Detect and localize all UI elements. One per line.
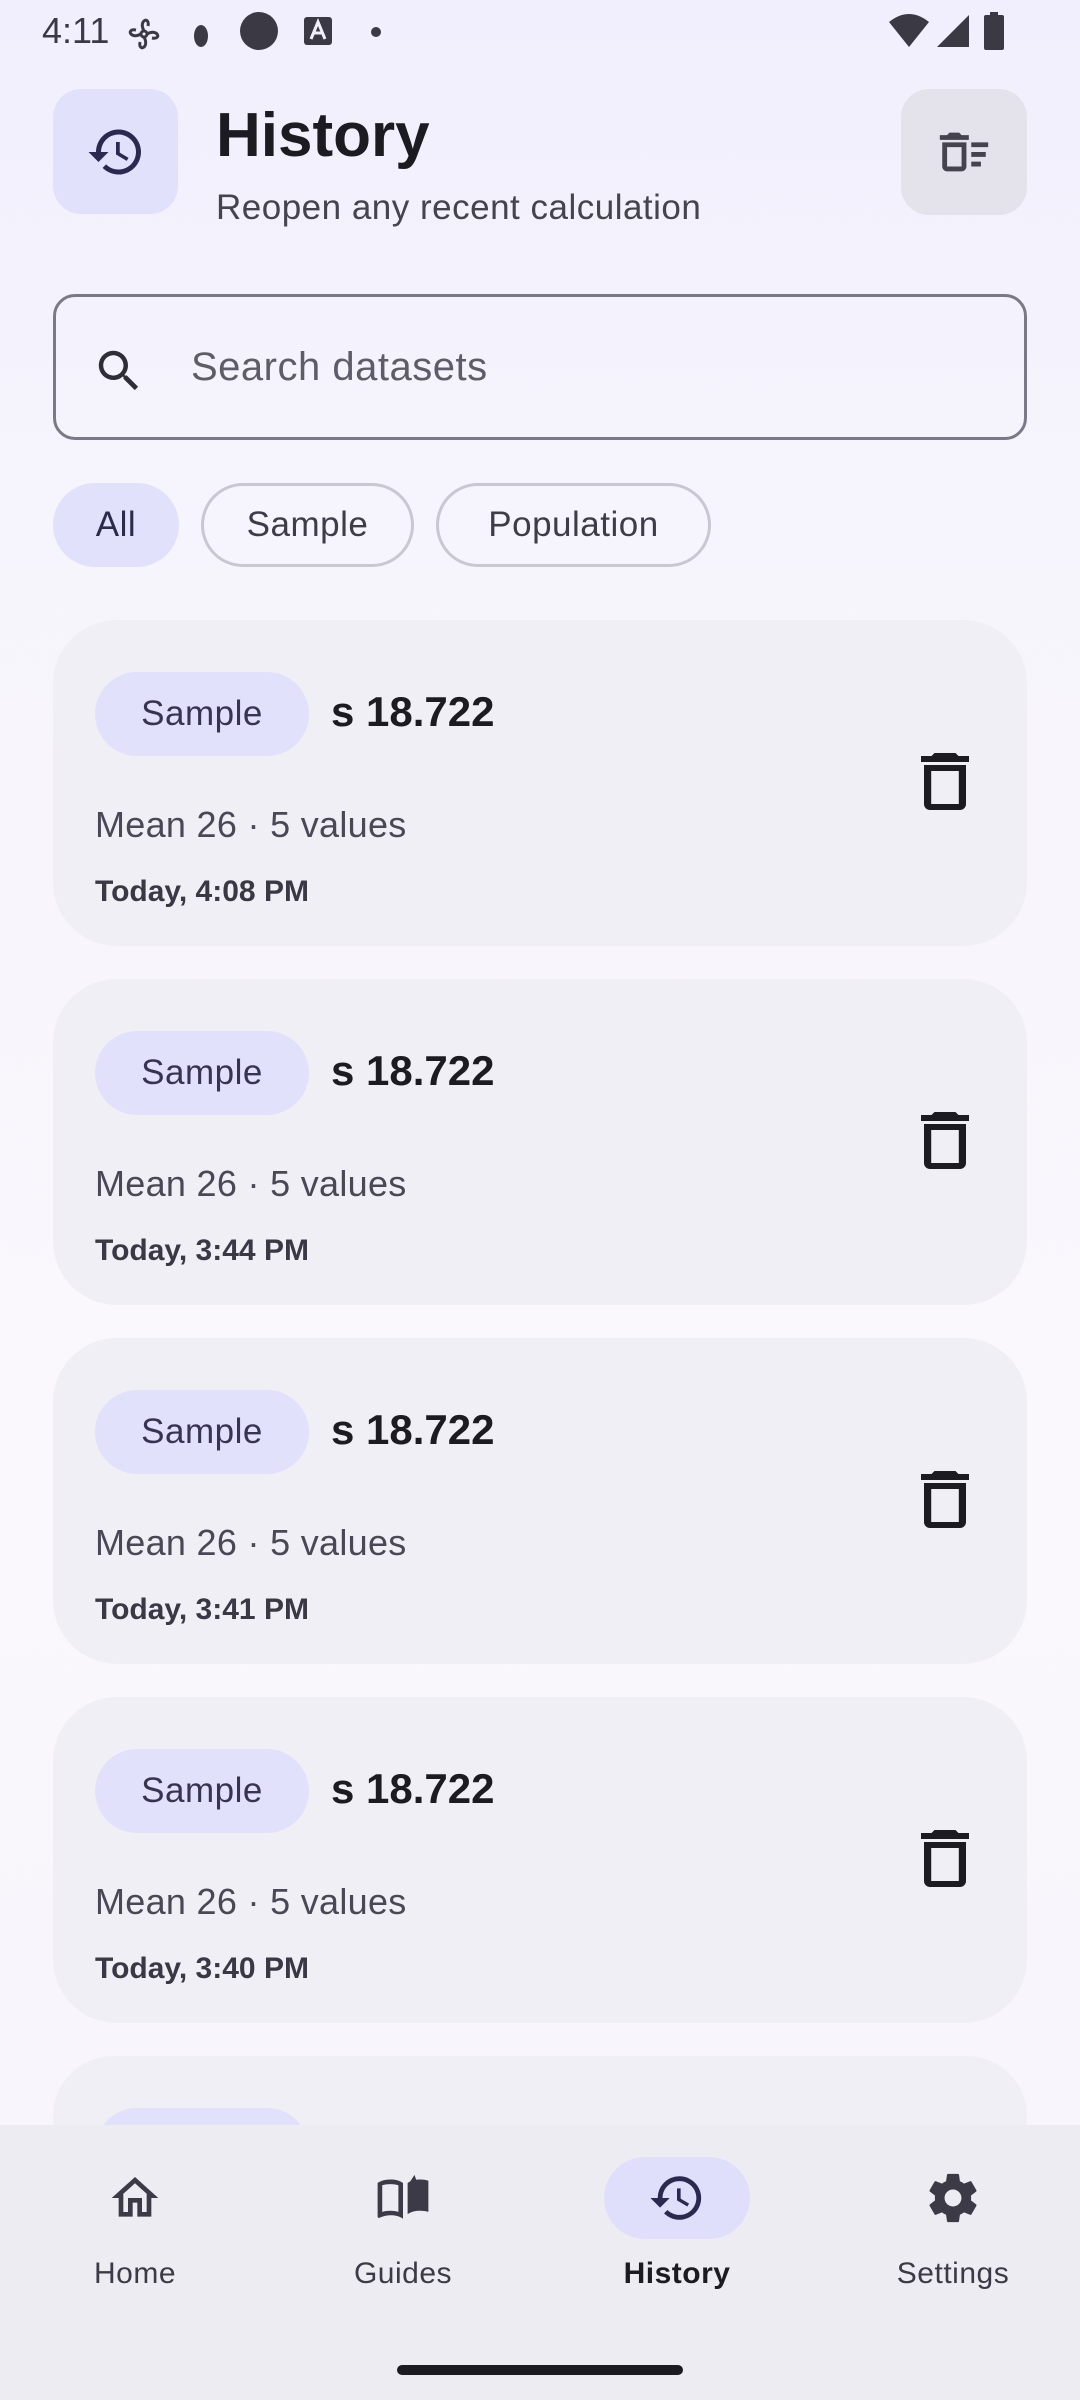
- result-timestamp: Today, 4:08 PM: [95, 875, 309, 908]
- nav-item-settings[interactable]: Settings: [816, 2125, 1080, 2325]
- result-timestamp: Today, 3:41 PM: [95, 1593, 309, 1626]
- result-meta: Mean 26 · 5 values: [95, 1881, 407, 1922]
- status-time: 4:11: [42, 10, 110, 51]
- nav-label: Guides: [353, 2257, 453, 2290]
- delete-button[interactable]: [905, 1099, 985, 1179]
- result-meta: Mean 26 · 5 values: [95, 1522, 407, 1563]
- result-value: s 18.722: [331, 1047, 495, 1094]
- filter-chip-label: Population: [488, 505, 659, 544]
- battery-icon: [984, 12, 1004, 50]
- history-icon: [650, 2176, 702, 2220]
- trash-icon: [921, 1471, 969, 1528]
- nav-item-guides[interactable]: Guides: [270, 2125, 536, 2325]
- wifi-icon: [889, 14, 929, 47]
- clear-history-button[interactable]: [901, 89, 1027, 215]
- fan-icon: [128, 18, 160, 50]
- drop-icon: [194, 25, 208, 47]
- nav-label: History: [623, 2257, 731, 2290]
- status-bar: 4:11: [0, 0, 1080, 62]
- nav-pill: [62, 2157, 208, 2239]
- circle-icon: [240, 12, 278, 50]
- trash-icon: [921, 753, 969, 810]
- signal-icon: [937, 15, 969, 47]
- page-subtitle: Reopen any recent calculation: [216, 188, 702, 227]
- filter-chip-sample[interactable]: Sample: [201, 483, 414, 567]
- type-badge: Sample: [95, 1031, 309, 1115]
- history-header-icon-button: [53, 89, 178, 214]
- nav-pill-active: [604, 2157, 750, 2239]
- history-card[interactable]: Sample s 18.722 Mean 26 · 5 values Today…: [53, 1338, 1027, 1664]
- search-box[interactable]: [53, 294, 1027, 440]
- result-value: s 18.722: [331, 1406, 495, 1453]
- dot-icon: [371, 27, 381, 37]
- font-a-icon: [304, 17, 332, 45]
- page-title: History: [216, 101, 430, 170]
- nav-pill: [880, 2157, 1026, 2239]
- history-icon: [88, 129, 141, 174]
- history-card[interactable]: Sample s 18.722 Mean 26 · 5 values Today…: [53, 1697, 1027, 2023]
- delete-button[interactable]: [905, 1458, 985, 1538]
- gear-icon: [929, 2173, 977, 2223]
- clear-all-icon: [939, 132, 989, 172]
- result-timestamp: Today, 3:44 PM: [95, 1234, 309, 1267]
- result-meta: Mean 26 · 5 values: [95, 1163, 407, 1204]
- history-card[interactable]: Sample s 18.722 Mean 26 · 5 values Today…: [53, 979, 1027, 1305]
- nav-pill: [330, 2157, 476, 2239]
- history-card[interactable]: Sample s 18.722 Mean 26 · 5 values Today…: [53, 620, 1027, 946]
- delete-button[interactable]: [905, 1817, 985, 1897]
- nav-label: Settings: [896, 2257, 1010, 2290]
- trash-icon: [921, 1830, 969, 1887]
- home-icon: [111, 2177, 159, 2217]
- result-meta: Mean 26 · 5 values: [95, 804, 407, 845]
- filter-chip-label: All: [95, 505, 137, 544]
- bottom-navigation: Home Guides History Settings: [0, 2125, 1080, 2400]
- result-value: s 18.722: [331, 688, 495, 735]
- gesture-bar[interactable]: [397, 2365, 683, 2375]
- trash-icon: [921, 1112, 969, 1169]
- book-icon: [377, 2174, 429, 2219]
- delete-button[interactable]: [905, 740, 985, 820]
- type-badge: Sample: [95, 672, 309, 756]
- nav-item-history[interactable]: History: [540, 2125, 814, 2325]
- filter-chip-label: Sample: [246, 505, 369, 544]
- result-value: s 18.722: [331, 1765, 495, 1812]
- type-badge: Sample: [95, 1749, 309, 1833]
- filter-chip-all[interactable]: All: [53, 483, 179, 567]
- type-badge: Sample: [95, 1390, 309, 1474]
- nav-item-home[interactable]: Home: [0, 2125, 270, 2325]
- search-icon: [98, 350, 139, 391]
- nav-label: Home: [93, 2257, 177, 2290]
- result-timestamp: Today, 3:40 PM: [95, 1952, 309, 1985]
- search-input[interactable]: [191, 327, 991, 407]
- filter-chip-population[interactable]: Population: [436, 483, 711, 567]
